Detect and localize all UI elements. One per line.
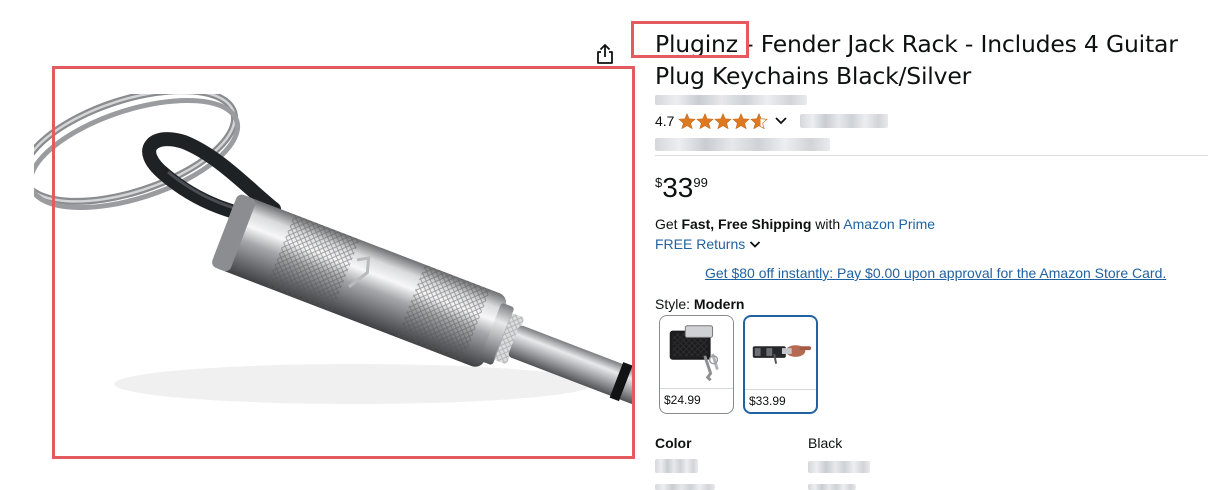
style-option-modern[interactable]: $33.99 <box>743 315 818 414</box>
style-option-image <box>745 318 816 388</box>
shipping-bold: Fast, Free Shipping <box>681 216 812 232</box>
style-option-price: $24.99 <box>664 393 701 407</box>
product-main-image[interactable] <box>34 94 634 420</box>
share-icon <box>597 44 613 64</box>
rating-value: 4.7 <box>655 113 675 129</box>
share-button[interactable] <box>594 42 616 66</box>
star-half-icon <box>750 113 769 129</box>
spec-color-value: Black <box>808 435 843 451</box>
spec-value-redacted <box>808 461 870 473</box>
store-link-redacted[interactable] <box>655 95 807 105</box>
style-option-image <box>660 316 733 388</box>
star-icon <box>732 113 751 129</box>
style-label: Style: Modern <box>655 295 744 313</box>
rating-dropdown[interactable] <box>774 116 788 126</box>
style-option-divider <box>745 389 816 390</box>
style-option-divider <box>660 388 733 389</box>
chevron-down-icon <box>775 117 788 125</box>
spec-value-redacted <box>808 484 856 490</box>
badge-redacted <box>655 138 830 151</box>
price-fraction: 99 <box>693 175 708 190</box>
prime-link[interactable]: Amazon Prime <box>843 216 935 232</box>
chevron-down-icon <box>750 240 761 248</box>
style-option-classic[interactable]: $24.99 <box>659 315 734 414</box>
ratings-count-redacted[interactable] <box>800 114 888 128</box>
style-selected: Modern <box>693 296 745 312</box>
shipping-prefix: Get <box>655 216 682 232</box>
divider <box>655 155 1208 156</box>
spec-color-key: Color <box>655 435 692 451</box>
spec-key-redacted <box>655 459 698 473</box>
shipping-middle: with <box>811 216 844 232</box>
star-icon <box>678 113 697 129</box>
price-whole: 33 <box>662 172 694 203</box>
star-icon <box>696 113 715 129</box>
style-option-price: $33.99 <box>749 394 786 408</box>
free-returns-label: FREE Returns <box>655 236 746 252</box>
price-symbol: $ <box>655 175 663 190</box>
star-rating <box>678 113 769 129</box>
shipping-info: Get Fast, Free Shipping with Amazon Prim… <box>655 215 935 233</box>
price: $ 33 99 <box>655 174 708 202</box>
rating-row[interactable]: 4.7 <box>655 112 788 130</box>
spec-key-redacted <box>655 484 715 490</box>
free-returns-button[interactable]: FREE Returns <box>655 235 761 253</box>
store-card-promo-link[interactable]: Get $80 off instantly: Pay $0.00 upon ap… <box>705 264 1166 282</box>
star-icon <box>714 113 733 129</box>
style-label-prefix: Style: <box>655 296 694 312</box>
product-title[interactable]: Pluginz - Fender Jack Rack - Includes 4 … <box>655 28 1208 92</box>
